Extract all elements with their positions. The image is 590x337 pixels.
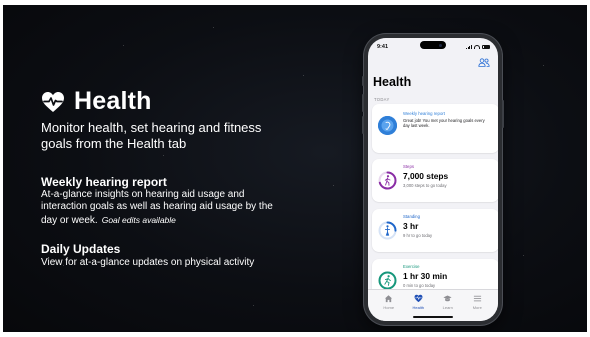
heart-pulse-icon [42,91,64,112]
phone-mockup: 9:41 Health TODAY Weekly hearing report … [362,34,504,325]
walk-icon [378,171,397,190]
tab-label: More [472,305,482,310]
card-label: Standing [403,214,420,219]
today-label: TODAY [374,97,390,102]
slide-title: Health [74,87,152,115]
status-time: 9:41 [377,44,389,50]
title-row: Health [41,87,152,116]
phone-screen: 9:41 Health TODAY Weekly hearing report … [368,38,498,321]
graduation-cap-icon [443,295,452,302]
section-body-weekly-report: At-a-glance insights on hearing aid usag… [41,189,291,227]
tab-bar: Home Health Learn More [368,289,498,321]
ear-icon [378,116,397,135]
card-subtext: 0 min to go today [403,283,436,288]
card-subtext: 3,000 steps to go today [403,183,447,188]
tab-home[interactable]: Home [377,294,401,321]
run-icon [378,271,397,290]
phone-side-button [362,76,364,86]
card-value: 7,000 steps [403,171,449,181]
section-title-weekly-report: Weekly hearing report [41,175,167,189]
app-title: Health [373,75,412,89]
card-standing[interactable]: Standing 3 hr 9 hr to go today [372,209,498,252]
card-subtext: 9 hr to go today [403,233,433,238]
heart-icon [414,294,423,303]
slide-subtitle: Monitor health, set hearing and fitness … [41,120,262,151]
phone-side-button [362,94,364,112]
card-steps[interactable]: Steps 7,000 steps 3,000 steps to go toda… [372,159,498,202]
card-description: Great job! You met your hearing goals ev… [403,118,485,129]
home-icon [385,295,393,303]
card-hearing-report[interactable]: Weekly hearing report Great job! You met… [372,104,498,153]
signal-icon [466,44,472,49]
slide-background: Health Monitor health, set hearing and f… [3,5,587,332]
sharing-people-icon[interactable] [478,58,490,67]
status-icons [466,44,490,49]
card-value: 3 hr [403,221,419,231]
section-title-daily-updates: Daily Updates [41,242,121,256]
card-label: Weekly hearing report [403,111,445,116]
tab-label: Learn [442,305,453,310]
tab-more[interactable]: More [465,294,489,321]
home-indicator [413,316,453,318]
menu-icon [473,295,481,302]
section-body-daily-updates: View for at-a-glance updates on physical… [41,257,255,268]
phone-side-button [362,116,364,134]
tab-label: Health [412,305,425,310]
wifi-icon [474,44,480,49]
card-label: Exercise [403,264,420,269]
goal-edits-note: Goal edits available [101,214,176,225]
battery-icon [482,44,490,49]
tab-label: Home [383,305,395,310]
card-value: 1 hr 30 min [403,271,448,281]
dynamic-island [420,41,446,49]
stand-icon [378,221,397,240]
card-label: Steps [403,164,414,169]
phone-side-button [502,100,504,128]
